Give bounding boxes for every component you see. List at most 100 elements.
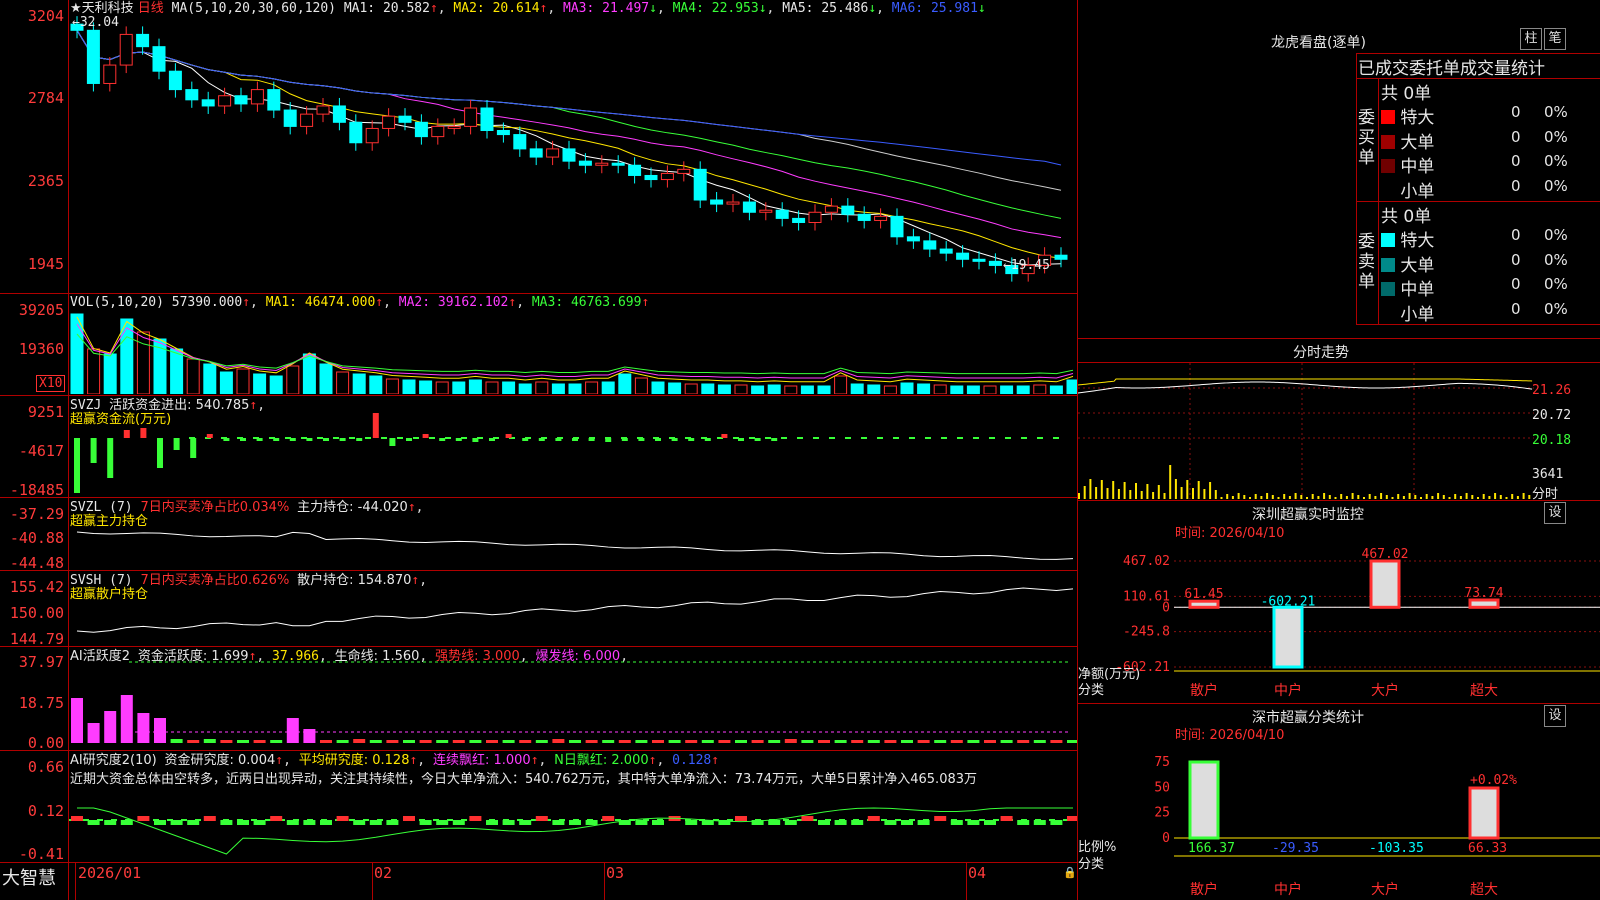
research-bar: [220, 820, 233, 825]
volume-bar: [634, 377, 648, 394]
order-pct: 0%: [1544, 299, 1568, 318]
intraday-title: 分时走势: [1293, 345, 1349, 361]
order-row: 大单: [1381, 251, 1434, 276]
flow-bar: [538, 438, 545, 441]
activity-bar: [718, 740, 731, 743]
research-bar: [1033, 820, 1046, 825]
order-type: 特大: [1400, 108, 1435, 128]
monitor-settings-button[interactable]: 设: [1544, 502, 1566, 524]
intraday-vol-bar: [1288, 496, 1291, 499]
volume-bar: [883, 385, 897, 394]
intraday-vol-bar: [1129, 490, 1132, 499]
research-bar: [867, 816, 880, 821]
price-panel-header: ★天利科技 日线 MA(5,10,20,30,60,120) MA1: 20.5…: [70, 1, 986, 16]
intraday-vol-bar: [1402, 496, 1405, 499]
classify-bar-chart[interactable]: 75 50 25 0 166.37 散户 -29.35 中户 -103.35 大户 66.33 超大 +…: [1078, 748, 1600, 900]
flow-bar: [74, 438, 80, 493]
volume-bar: [734, 384, 748, 394]
intraday-chart[interactable]: [1078, 363, 1534, 499]
intraday-vol-bar: [1220, 497, 1223, 499]
intraday-vol-bar: [1442, 495, 1445, 499]
activity-bar: [452, 740, 465, 743]
intraday-vol-bar: [1357, 495, 1360, 499]
activity-bar: [618, 740, 631, 743]
ai-activity-chart[interactable]: [69, 650, 1077, 749]
sell-total: 共 0单: [1381, 207, 1432, 227]
research-bar: [884, 820, 897, 825]
svsh-chart[interactable]: [69, 573, 1077, 645]
flow-bar: [289, 438, 296, 441]
svzj-tick: -4617: [18, 442, 64, 460]
research-bar: [270, 816, 283, 821]
flow-bar: [572, 438, 578, 441]
svzl-chart[interactable]: [69, 500, 1077, 569]
intraday-vol-bar: [1078, 493, 1080, 499]
research-bar: [403, 816, 415, 821]
vol-tick: 19360: [18, 340, 64, 358]
research-bar: [934, 816, 947, 821]
x-tick: 04: [968, 864, 987, 882]
bar-mode-button[interactable]: 柱: [1520, 28, 1542, 50]
lock-icon[interactable]: 🔒: [1063, 866, 1077, 879]
order-type: 大单: [1400, 255, 1435, 276]
intraday-vol-bar: [1283, 494, 1286, 499]
color-swatch: [1381, 233, 1395, 247]
research-bar: [253, 820, 266, 825]
candle: [546, 148, 560, 158]
main-holding-line: [76, 531, 1074, 560]
activity-bar: [950, 740, 963, 743]
research-bar: [851, 820, 864, 825]
svzl-tick: -44.48: [9, 554, 64, 572]
intraday-vol-bar: [1231, 496, 1234, 499]
intraday-vol-bar: [1123, 482, 1126, 499]
order-type: 小单: [1400, 304, 1435, 325]
candlestick-chart[interactable]: [69, 16, 1077, 292]
activity-bar: [984, 740, 996, 743]
monitor-bar-chart[interactable]: 467.02110.610-245.8-602.2161.45散户-602.21…: [1078, 545, 1600, 700]
research-bar: [768, 820, 781, 825]
color-swatch: [1381, 257, 1395, 272]
intraday-vol-bar: [1471, 495, 1474, 499]
flow-bar: [754, 438, 761, 441]
svzj-chart[interactable]: [69, 398, 1077, 496]
volume-bar: [352, 373, 366, 394]
tick-mode-button[interactable]: 笔: [1544, 28, 1566, 50]
order-count: 0: [1511, 226, 1521, 244]
research-bar: [652, 820, 664, 825]
category-label: 超大: [1470, 683, 1498, 699]
intraday-vol-bar: [1083, 486, 1086, 499]
volume-bar: [618, 373, 632, 394]
intraday-vol-bar: [1459, 496, 1462, 499]
main-chart-area[interactable]: ★天利科技 日线 MA(5,10,20,30,60,120) MA1: 20.5…: [0, 0, 1078, 900]
volume-bar: [817, 385, 831, 394]
intraday-vol-bar: [1328, 495, 1331, 499]
ai-research-chart[interactable]: [69, 790, 1077, 861]
candle: [447, 125, 461, 129]
intraday-vol-bar: [1334, 497, 1337, 499]
activity-bar: [154, 718, 166, 743]
intraday-vol-bar: [1448, 497, 1451, 499]
research-bar: [419, 820, 432, 825]
color-swatch: [1381, 306, 1395, 321]
intraday-vol-bar: [1237, 493, 1240, 499]
volume-bar: [103, 353, 117, 394]
flow-bar: [173, 438, 180, 450]
classify-settings-button[interactable]: 设: [1544, 705, 1566, 727]
volume-bar: [850, 383, 864, 394]
volume-chart[interactable]: [69, 296, 1077, 394]
volume-bar: [800, 385, 814, 394]
volume-bar: [435, 381, 449, 394]
classify-value: 166.37: [1188, 841, 1235, 856]
intraday-vol-bar: [1271, 495, 1274, 499]
monitor-xlabel: 分类: [1078, 683, 1105, 698]
candle: [103, 64, 117, 84]
research-bar: [950, 820, 963, 825]
intraday-vol-bar: [1180, 487, 1183, 499]
candle: [464, 107, 478, 127]
intraday-vol-bar: [1146, 484, 1149, 499]
intraday-vol-bar: [1106, 488, 1109, 499]
candle: [710, 199, 724, 205]
flow-bar: [157, 438, 163, 468]
x-tick: 02: [374, 864, 393, 882]
monitor-tick: -245.8: [1123, 625, 1170, 640]
